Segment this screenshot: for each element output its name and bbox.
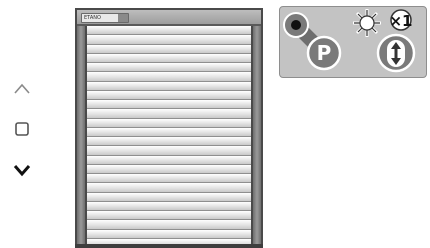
shutter-slat (87, 26, 251, 36)
sun-count-badge: ×1 (389, 9, 413, 31)
up-down-arrow-icon (376, 33, 416, 73)
shutter-slat (87, 146, 251, 156)
shutter-slat (87, 127, 251, 137)
shutter-slat (87, 137, 251, 147)
shutter-slat (87, 201, 251, 211)
shutter-headbox: ETANO (77, 10, 261, 26)
shutter-bottom-bar (75, 244, 263, 248)
brand-mark (118, 14, 128, 22)
brand-label: ETANO (84, 15, 101, 21)
shutter-curtain (87, 26, 251, 248)
shutter-slat (87, 63, 251, 73)
shutter-slat (87, 72, 251, 82)
shutter-slat (87, 155, 251, 165)
shutter-slat (87, 174, 251, 184)
shutter-slat (87, 35, 251, 45)
shutter-slat (87, 100, 251, 110)
up-button[interactable] (10, 76, 34, 100)
shutter-slat (87, 192, 251, 202)
shutter-slat (87, 211, 251, 221)
shutter-slat (87, 183, 251, 193)
remote-control (0, 0, 60, 248)
stop-button[interactable] (10, 117, 34, 141)
left-guide-rail (77, 26, 85, 248)
sun-icon (353, 9, 381, 37)
status-panel: P ×1 (279, 6, 427, 78)
shutter-slat (87, 118, 251, 128)
svg-text:P: P (317, 41, 332, 65)
shutter-slat (87, 53, 251, 63)
shutter-slat (87, 90, 251, 100)
sun-count: ×1 (389, 12, 412, 30)
shutter-slat (87, 44, 251, 54)
shutter-slat (87, 81, 251, 91)
shutter-slat (87, 109, 251, 119)
roller-shutter: ETANO (75, 8, 263, 248)
chevron-down-icon (13, 165, 31, 177)
shutter-slat (87, 164, 251, 174)
position-p-icon: P (283, 12, 342, 71)
right-guide-rail (253, 26, 261, 248)
brand-plate: ETANO (81, 13, 129, 23)
down-button[interactable] (10, 158, 34, 182)
shutter-slat (87, 229, 251, 239)
square-stop-icon (15, 122, 29, 136)
shutter-slat (87, 220, 251, 230)
chevron-up-icon (14, 83, 30, 94)
